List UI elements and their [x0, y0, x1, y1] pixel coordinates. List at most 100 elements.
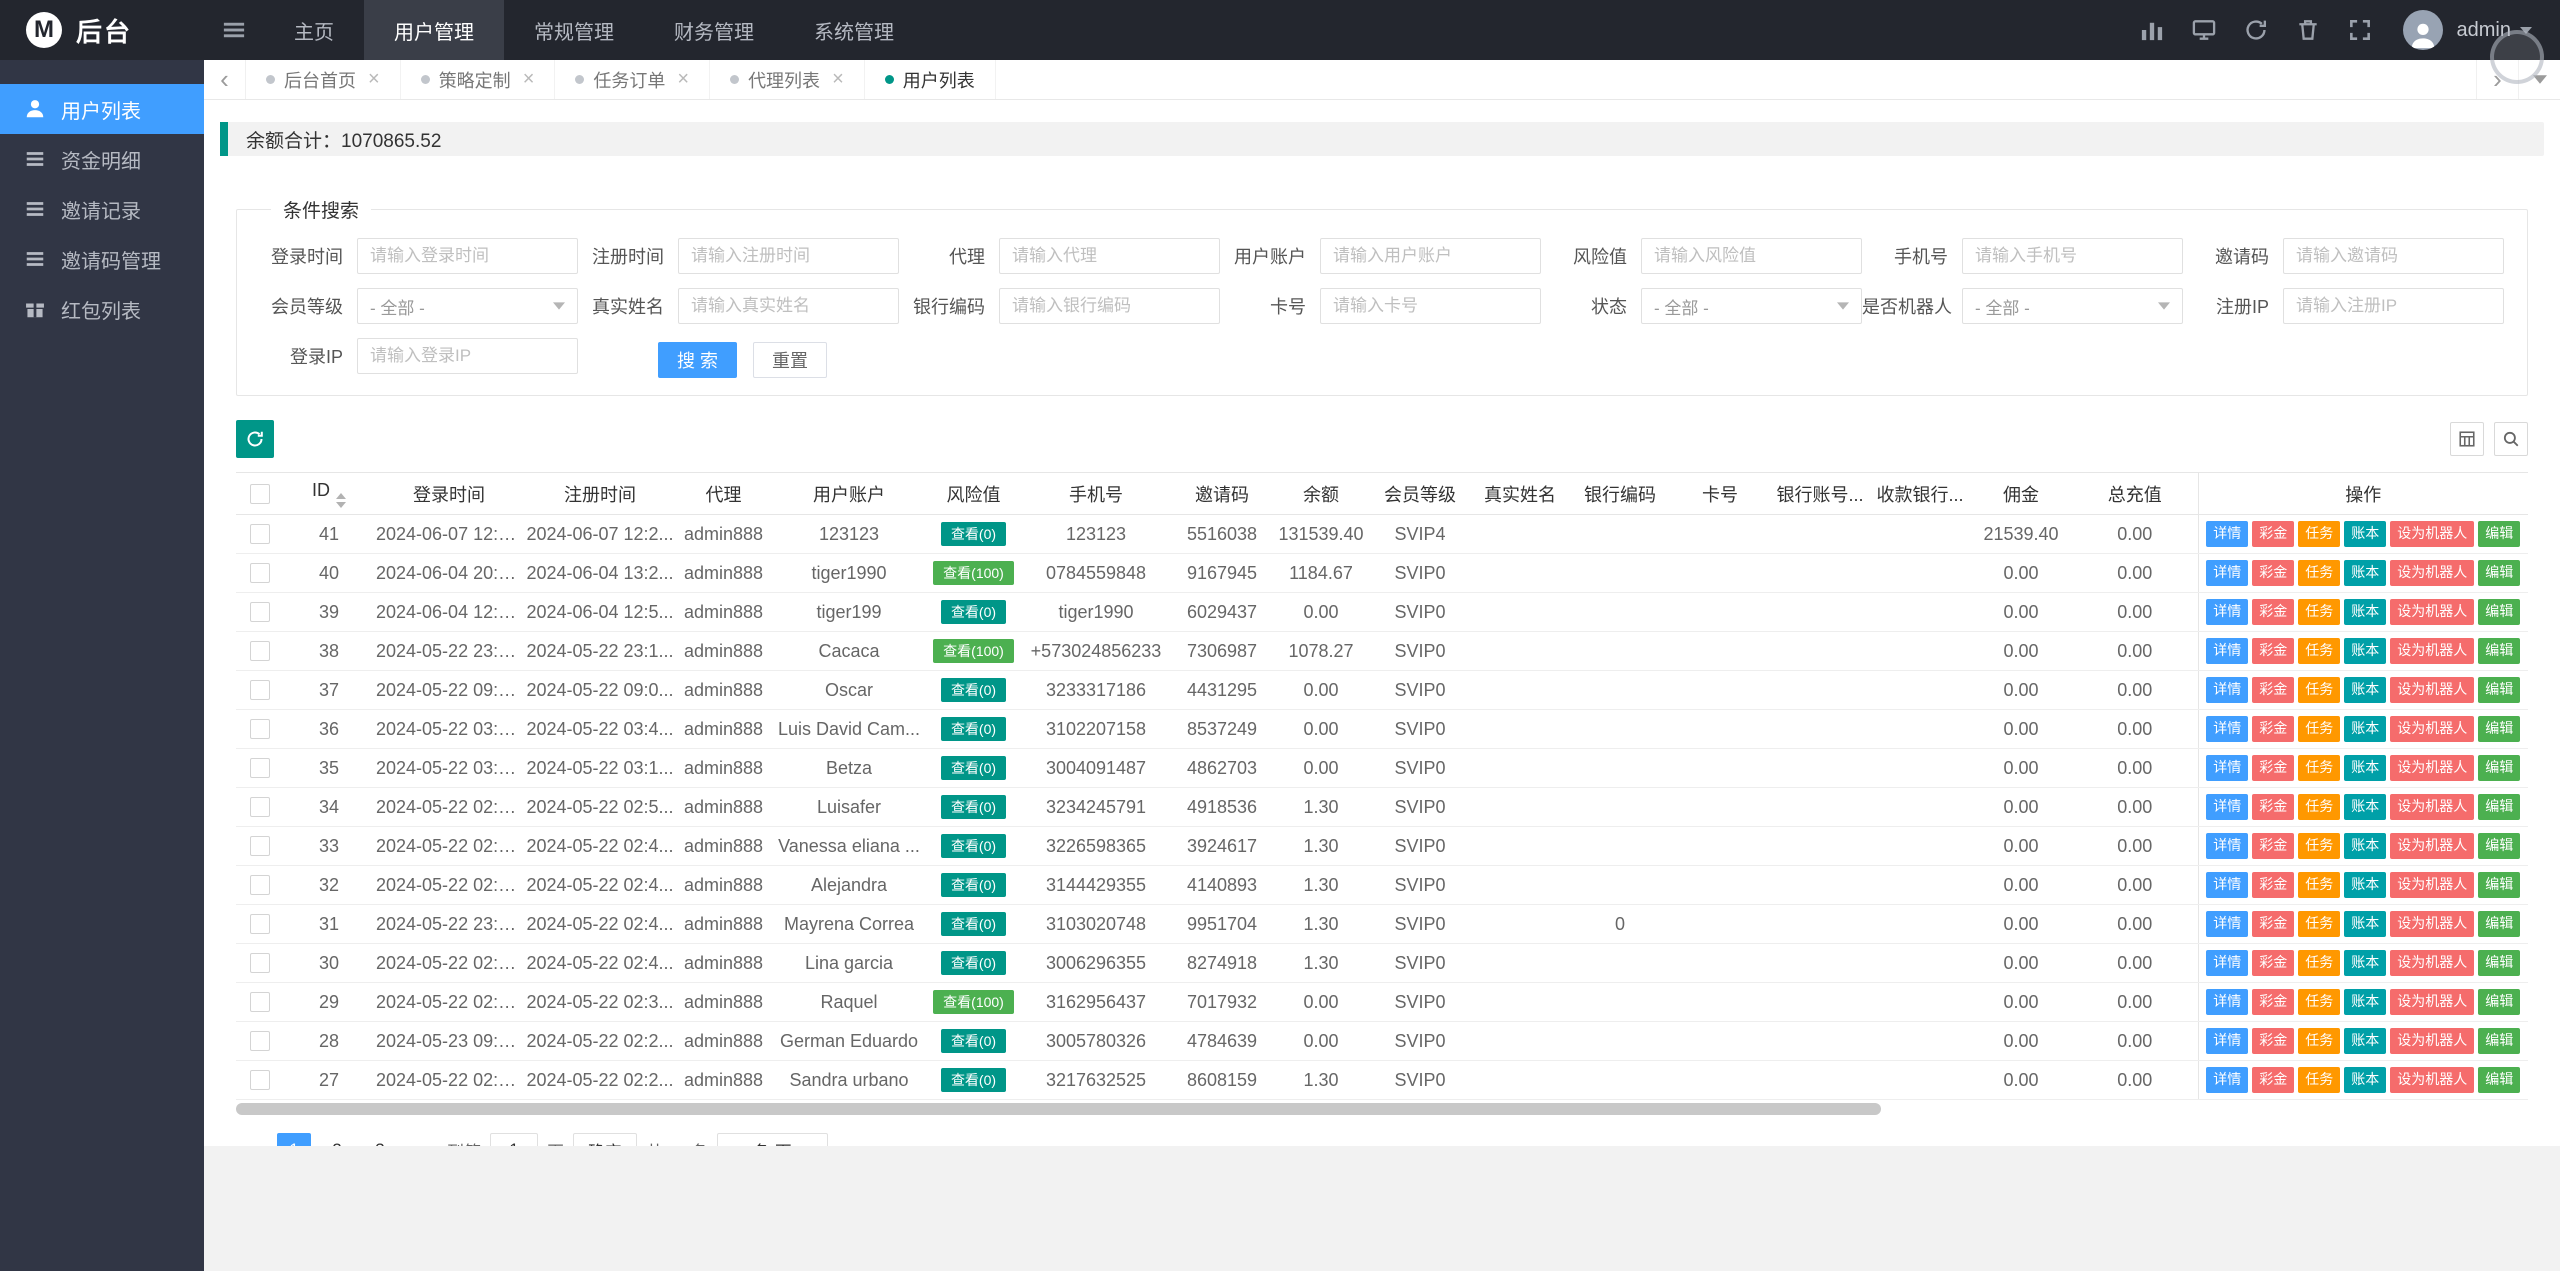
column-header-recvbank[interactable]: 收款银行... [1870, 472, 1970, 515]
detail-button[interactable]: 详情 [2206, 716, 2249, 742]
set-robot-button[interactable]: 设为机器人 [2390, 989, 2475, 1015]
ledger-button[interactable]: 账本 [2344, 1067, 2387, 1093]
row-checkbox[interactable] [250, 953, 270, 973]
task-button[interactable]: 任务 [2298, 755, 2341, 781]
search-input-14[interactable] [2283, 288, 2504, 324]
task-button[interactable]: 任务 [2298, 599, 2341, 625]
column-header-invite[interactable]: 邀请码 [1172, 472, 1272, 515]
edit-button[interactable]: 编辑 [2478, 794, 2521, 820]
risk-view-badge[interactable]: 查看(0) [940, 872, 1007, 898]
edit-button[interactable]: 编辑 [2478, 833, 2521, 859]
tab-close-icon[interactable]: × [677, 68, 689, 91]
search-input-10[interactable] [999, 288, 1220, 324]
search-select-13[interactable]: - 全部 - [1962, 288, 2183, 324]
column-header-login[interactable]: 登录时间 [374, 472, 524, 515]
select-all-checkbox[interactable] [250, 483, 270, 504]
search-select-12[interactable]: - 全部 - [1641, 288, 1862, 324]
risk-view-badge[interactable]: 查看(0) [940, 755, 1007, 781]
page-3[interactable]: 3 [363, 1133, 397, 1146]
sort-icon[interactable] [336, 492, 346, 508]
nav-item-4[interactable]: 财务管理 [644, 0, 784, 60]
bonus-button[interactable]: 彩金 [2252, 989, 2295, 1015]
task-button[interactable]: 任务 [2298, 1067, 2341, 1093]
ledger-button[interactable]: 账本 [2344, 755, 2387, 781]
edit-button[interactable]: 编辑 [2478, 1067, 2521, 1093]
detail-button[interactable]: 详情 [2206, 989, 2249, 1015]
bonus-button[interactable]: 彩金 [2252, 794, 2295, 820]
bonus-button[interactable]: 彩金 [2252, 833, 2295, 859]
bonus-button[interactable]: 彩金 [2252, 560, 2295, 586]
bonus-button[interactable]: 彩金 [2252, 755, 2295, 781]
detail-button[interactable]: 详情 [2206, 1067, 2249, 1093]
column-header-bankacct[interactable]: 银行账号... [1770, 472, 1870, 515]
column-header-account[interactable]: 用户账户 [771, 472, 927, 515]
bonus-button[interactable]: 彩金 [2252, 950, 2295, 976]
edit-button[interactable]: 编辑 [2478, 560, 2521, 586]
set-robot-button[interactable]: 设为机器人 [2390, 872, 2475, 898]
fullscreen-icon[interactable] [2337, 7, 2383, 53]
edit-button[interactable]: 编辑 [2478, 1028, 2521, 1054]
column-header-ops[interactable]: 操作 [2197, 472, 2528, 515]
search-input-3[interactable] [999, 238, 1220, 274]
detail-button[interactable]: 详情 [2206, 599, 2249, 625]
row-checkbox[interactable] [250, 1070, 270, 1090]
column-header-balance[interactable]: 余额 [1272, 472, 1370, 515]
refresh-table-button[interactable] [236, 420, 274, 458]
task-button[interactable]: 任务 [2298, 716, 2341, 742]
nav-item-3[interactable]: 常规管理 [504, 0, 644, 60]
jump-page-input[interactable] [490, 1133, 538, 1146]
column-header-card[interactable]: 卡号 [1670, 472, 1770, 515]
ledger-button[interactable]: 账本 [2344, 911, 2387, 937]
nav-item-2[interactable]: 用户管理 [364, 0, 504, 60]
ledger-button[interactable]: 账本 [2344, 833, 2387, 859]
next-page-icon[interactable]: › [406, 1133, 438, 1146]
search-input-5[interactable] [1641, 238, 1862, 274]
edit-button[interactable]: 编辑 [2478, 638, 2521, 664]
tabs-scroll-left-icon[interactable]: ‹ [204, 60, 246, 99]
row-checkbox[interactable] [250, 1031, 270, 1051]
nav-item-5[interactable]: 系统管理 [784, 0, 924, 60]
task-button[interactable]: 任务 [2298, 794, 2341, 820]
row-checkbox[interactable] [250, 563, 270, 583]
bonus-button[interactable]: 彩金 [2252, 521, 2295, 547]
column-header-bankcode[interactable]: 银行编码 [1570, 472, 1670, 515]
column-header-risk[interactable]: 风险值 [927, 472, 1020, 515]
monitor-icon[interactable] [2181, 7, 2227, 53]
task-button[interactable]: 任务 [2298, 638, 2341, 664]
row-checkbox[interactable] [250, 680, 270, 700]
detail-button[interactable]: 详情 [2206, 794, 2249, 820]
avatar[interactable] [2402, 10, 2443, 50]
edit-button[interactable]: 编辑 [2478, 677, 2521, 703]
search-input-2[interactable] [678, 238, 899, 274]
horizontal-scrollbar[interactable] [236, 1103, 2528, 1115]
search-input-11[interactable] [1320, 288, 1541, 324]
bonus-button[interactable]: 彩金 [2252, 872, 2295, 898]
row-checkbox[interactable] [250, 524, 270, 544]
ledger-button[interactable]: 账本 [2344, 521, 2387, 547]
risk-view-badge[interactable]: 查看(0) [940, 911, 1007, 937]
tab-close-icon[interactable]: × [368, 68, 380, 91]
set-robot-button[interactable]: 设为机器人 [2390, 677, 2475, 703]
detail-button[interactable]: 详情 [2206, 638, 2249, 664]
column-header-commission[interactable]: 佣金 [1970, 472, 2072, 515]
search-input-6[interactable] [1962, 238, 2183, 274]
columns-toggle-button[interactable] [2450, 422, 2484, 456]
search-input-4[interactable] [1320, 238, 1541, 274]
risk-view-badge[interactable]: 查看(0) [940, 1028, 1007, 1054]
column-header-realname[interactable]: 真实姓名 [1470, 472, 1570, 515]
risk-view-badge[interactable]: 查看(0) [940, 950, 1007, 976]
ledger-button[interactable]: 账本 [2344, 989, 2387, 1015]
ledger-button[interactable]: 账本 [2344, 794, 2387, 820]
edit-button[interactable]: 编辑 [2478, 989, 2521, 1015]
tab-2[interactable]: 策略定制 × [401, 60, 556, 99]
set-robot-button[interactable]: 设为机器人 [2390, 833, 2475, 859]
floating-widget[interactable] [2490, 30, 2544, 84]
nav-item-1[interactable]: 主页 [264, 0, 364, 60]
tab-close-icon[interactable]: × [523, 68, 535, 91]
task-button[interactable]: 任务 [2298, 872, 2341, 898]
detail-button[interactable]: 详情 [2206, 911, 2249, 937]
reset-button[interactable]: 重置 [753, 341, 828, 378]
table-search-button[interactable] [2494, 422, 2528, 456]
risk-view-badge[interactable]: 查看(0) [940, 599, 1007, 625]
risk-view-badge[interactable]: 查看(0) [940, 1067, 1007, 1093]
